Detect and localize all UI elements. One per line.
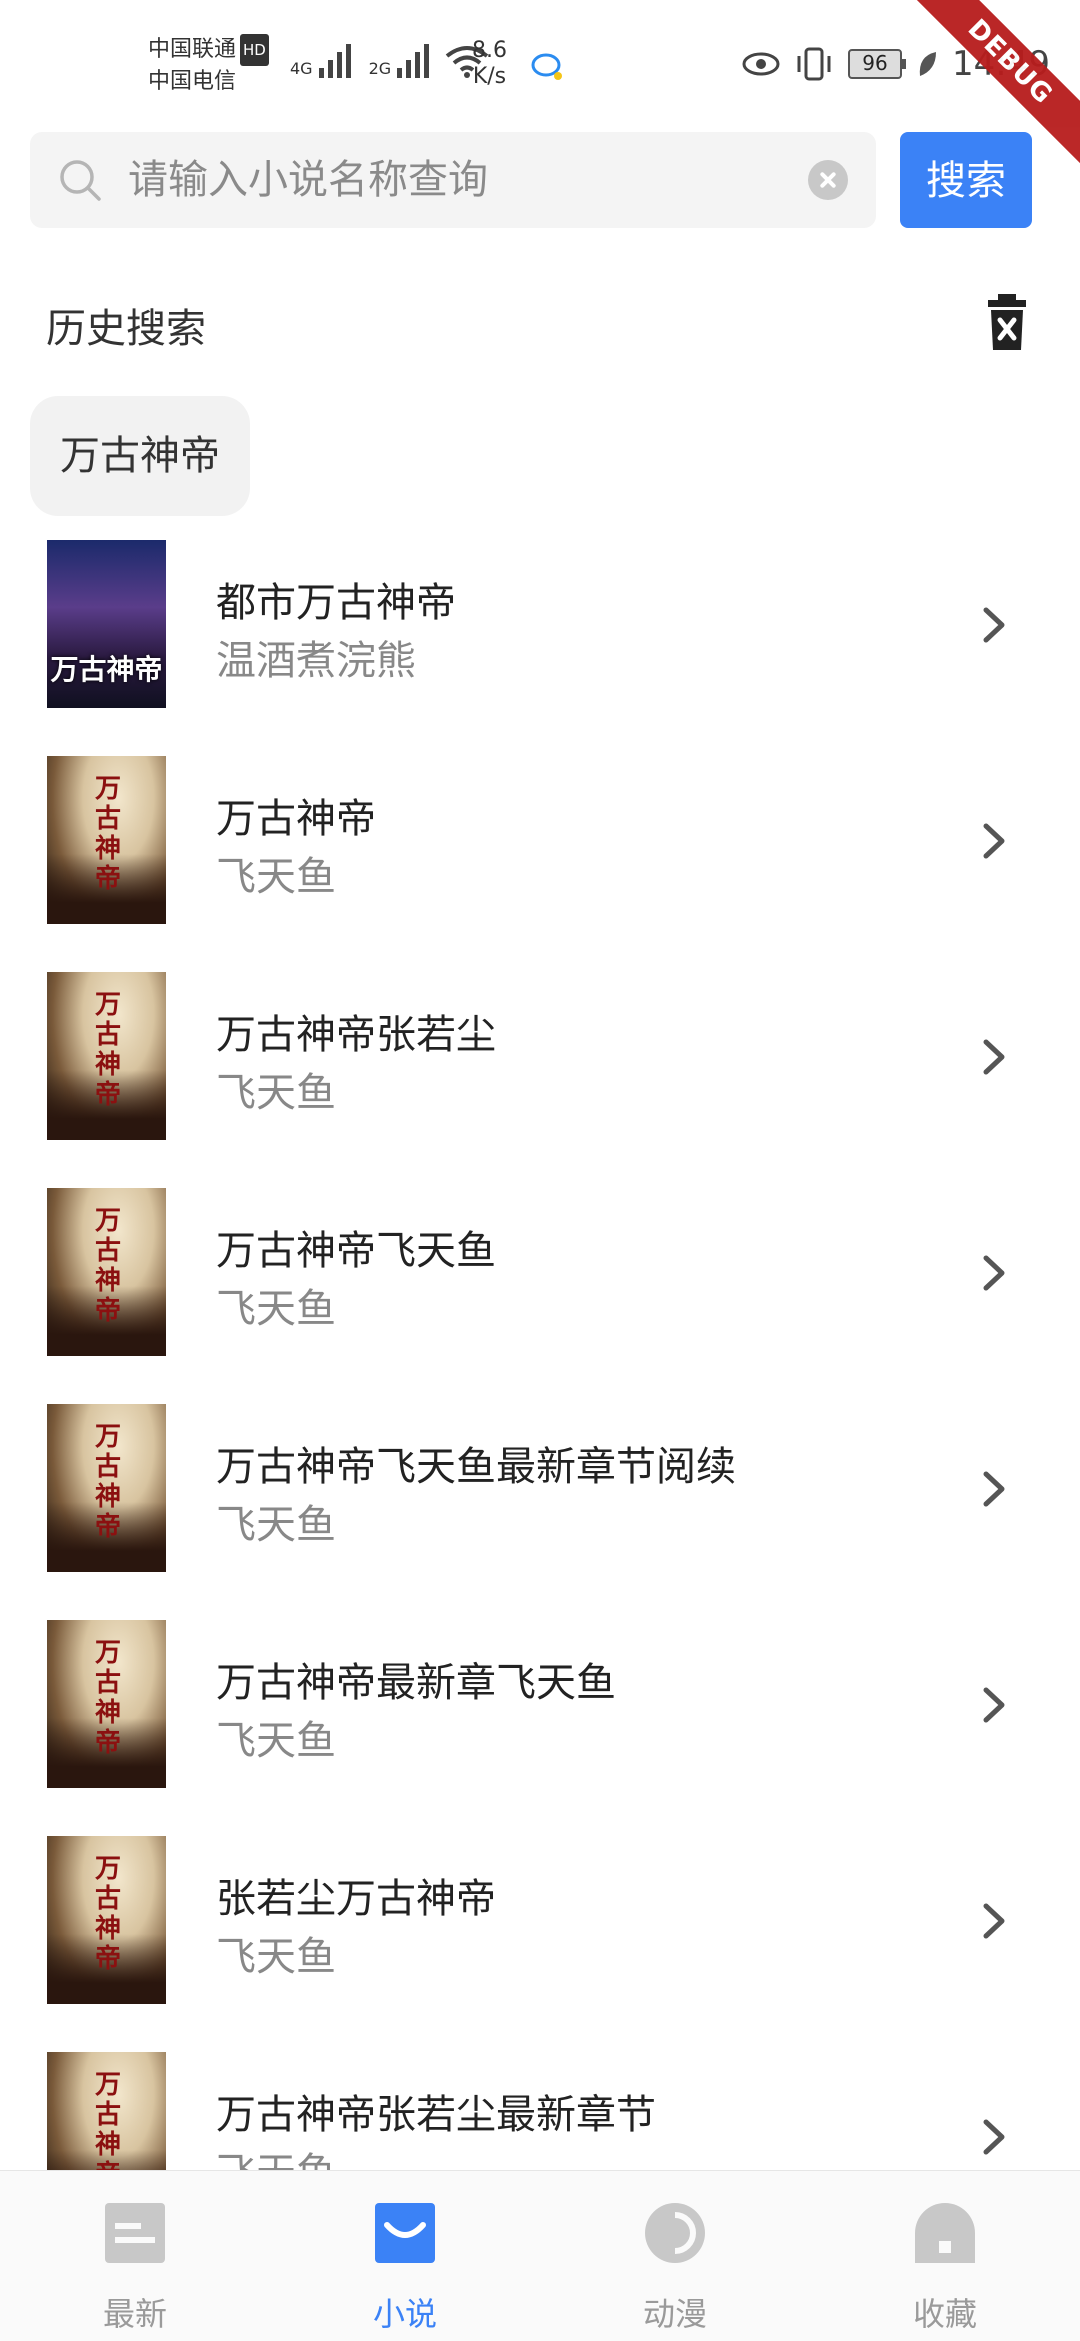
book-list-item[interactable]: 万古神帝 万古神帝飞天鱼 飞天鱼: [0, 1172, 1080, 1388]
network-speed: 8.6 K/s: [472, 38, 507, 90]
book-list-item[interactable]: 万古神帝 万古神帝最新章飞天鱼 飞天鱼: [0, 1604, 1080, 1820]
network-type-1: 4G: [290, 59, 313, 78]
anime-icon: [645, 2203, 705, 2263]
book-cover-image: 万古神帝: [47, 756, 166, 924]
search-button[interactable]: 搜索: [900, 132, 1032, 228]
search-results-list: 万古神帝 都市万古神帝 温酒煮浣熊 万古神帝 万古神帝 飞天鱼 万古神帝 万古神帝张若尘 飞天鱼…: [0, 524, 1080, 2252]
search-input[interactable]: [128, 132, 808, 228]
book-cover-image: 万古神帝: [47, 1404, 166, 1572]
clear-icon[interactable]: [808, 160, 848, 200]
battery-icon: 96: [848, 49, 907, 79]
book-list-item[interactable]: 万古神帝 万古神帝张若尘 飞天鱼: [0, 956, 1080, 1172]
book-list-item[interactable]: 万古神帝 都市万古神帝 温酒煮浣熊: [0, 524, 1080, 740]
book-title: 都市万古神帝: [216, 580, 456, 626]
cover-title: 万古神帝: [94, 1638, 121, 1758]
book-cover-image: 万古神帝: [47, 1836, 166, 2004]
cover-title: 万古神帝: [94, 990, 121, 1110]
latest-icon: [105, 2203, 165, 2263]
book-title: 万古神帝张若尘: [216, 1012, 496, 1058]
book-cover-image: 万古神帝: [47, 540, 166, 708]
book-author: 温酒煮浣熊: [216, 638, 416, 684]
hd-badge: HD: [240, 34, 269, 66]
novel-icon: [375, 2203, 435, 2263]
book-title: 万古神帝飞天鱼最新章节阅续: [216, 1444, 736, 1490]
book-title: 万古神帝张若尘最新章节: [216, 2092, 656, 2138]
book-list-item[interactable]: 万古神帝 万古神帝飞天鱼: [0, 740, 1080, 956]
signal-bars-icon: [318, 40, 351, 78]
cover-title: 万古神帝: [94, 1854, 121, 1974]
nav-label-anime: 动漫: [642, 2295, 707, 2333]
book-list-item[interactable]: 万古神帝 万古神帝飞天鱼最新章节阅续 飞天鱼: [0, 1388, 1080, 1604]
vibrate-icon: [797, 47, 831, 81]
carrier-2: 中国电信: [148, 69, 237, 94]
cover-title: 万古神帝: [94, 774, 121, 894]
chevron-right-icon: [983, 1255, 1005, 1291]
book-cover-image: 万古神帝: [47, 972, 166, 1140]
cover-title: 万古神帝: [94, 1206, 121, 1326]
chevron-right-icon: [983, 1903, 1005, 1939]
nav-label-novel: 小说: [372, 2295, 437, 2333]
cover-title: 万古神帝: [94, 1422, 121, 1542]
book-author: 飞天鱼: [216, 1286, 336, 1332]
chevron-right-icon: [983, 1039, 1005, 1075]
book-cover-image: 万古神帝: [47, 1188, 166, 1356]
book-author: 飞天鱼: [216, 854, 336, 900]
book-author: 飞天鱼: [216, 1502, 336, 1548]
chevron-right-icon: [983, 1687, 1005, 1723]
book-title: 万古神帝飞天鱼: [216, 1228, 496, 1274]
book-author: 飞天鱼: [216, 1934, 336, 1980]
history-chip[interactable]: 万古神帝: [30, 396, 250, 516]
cover-title: 万古神帝: [50, 653, 163, 686]
search-box: [30, 132, 876, 228]
nav-label-latest: 最新: [102, 2295, 167, 2333]
favorites-icon: [915, 2203, 975, 2263]
carrier-1: 中国联通: [148, 37, 237, 62]
nav-item-novel[interactable]: 小说: [270, 2171, 540, 2341]
chat-bubble-icon: [531, 53, 562, 80]
signal-bars-icon-2: [397, 40, 430, 78]
search-icon: [60, 160, 101, 201]
history-title: 历史搜索: [46, 306, 206, 352]
leaf-icon: [919, 52, 937, 76]
trash-icon[interactable]: [986, 292, 1028, 352]
chevron-right-icon: [983, 607, 1005, 643]
book-title: 万古神帝: [216, 796, 376, 842]
bottom-nav: 最新 小说 动漫 收藏: [0, 2170, 1080, 2341]
nav-item-favorites[interactable]: 收藏: [810, 2171, 1080, 2341]
book-title: 张若尘万古神帝: [216, 1876, 496, 1922]
speed-unit: K/s: [472, 64, 507, 89]
book-author: 飞天鱼: [216, 1718, 336, 1764]
carrier-info: 中国联通 HD 中国电信: [148, 34, 269, 98]
speed-value: 8.6: [472, 38, 507, 63]
book-author: 飞天鱼: [216, 1070, 336, 1116]
nav-item-latest[interactable]: 最新: [0, 2171, 270, 2341]
chevron-right-icon: [983, 2119, 1005, 2155]
nav-label-favorites: 收藏: [912, 2295, 977, 2333]
nav-item-anime[interactable]: 动漫: [540, 2171, 810, 2341]
book-title: 万古神帝最新章飞天鱼: [216, 1660, 616, 1706]
status-bar: 中国联通 HD 中国电信 4G 2G 8.6 K/s 96 DEBUG: [0, 0, 1080, 184]
eye-icon: [742, 52, 780, 76]
book-cover-image: 万古神帝: [47, 1620, 166, 1788]
network-type-2: 2G: [368, 59, 392, 78]
signal-indicators: 4G 2G: [290, 40, 489, 78]
chevron-right-icon: [983, 823, 1005, 859]
chevron-right-icon: [983, 1471, 1005, 1507]
book-list-item[interactable]: 万古神帝 张若尘万古神帝 飞天鱼: [0, 1820, 1080, 2036]
